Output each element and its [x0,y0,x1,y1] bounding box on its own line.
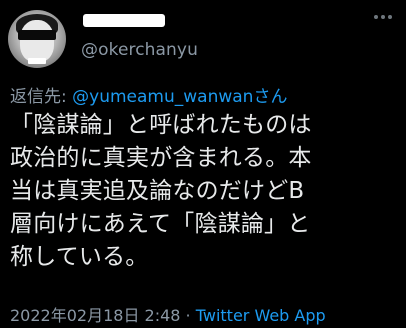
more-options-icon[interactable] [374,15,392,19]
tweet-text: 「陰謀論」と呼ばれたものは 政治的に真実が含まれる。本 当は真実追及論なのだけど… [10,109,400,274]
tweet-card: @okerchanyu 返信先: @yumeamu_wanwanさん 「陰謀論」… [0,0,406,328]
tweet-timestamp[interactable]: 2022年02月18日 2:48 [10,306,180,325]
tweet-text-line: 称している。 [10,244,149,270]
tweet-text-line: 当は真実追及論なのだけどB [10,178,305,204]
source-app-link[interactable]: Twitter Web App [196,306,326,325]
tweet-text-line: 政治的に真実が含まれる。本 [10,145,312,171]
avatar-badge [28,58,46,64]
tweet-text-line: 「陰謀論」と呼ばれたものは [10,112,312,138]
display-name-redacted[interactable] [83,14,165,27]
tweet-text-line: 層向けにあえて「陰謀論」と [10,211,311,237]
reply-to-mention-link[interactable]: @yumeamu_wanwanさん [72,87,287,107]
reply-to-label: 返信先: [10,87,67,107]
avatar-face-shape [20,20,54,62]
reply-to-line: 返信先: @yumeamu_wanwanさん [10,82,287,107]
meta-separator: · [180,306,196,325]
profile-avatar[interactable] [8,10,66,68]
avatar-eye-bar [18,30,56,40]
tweet-meta: 2022年02月18日 2:48 · Twitter Web App [10,302,326,326]
author-handle[interactable]: @okerchanyu [81,40,198,60]
